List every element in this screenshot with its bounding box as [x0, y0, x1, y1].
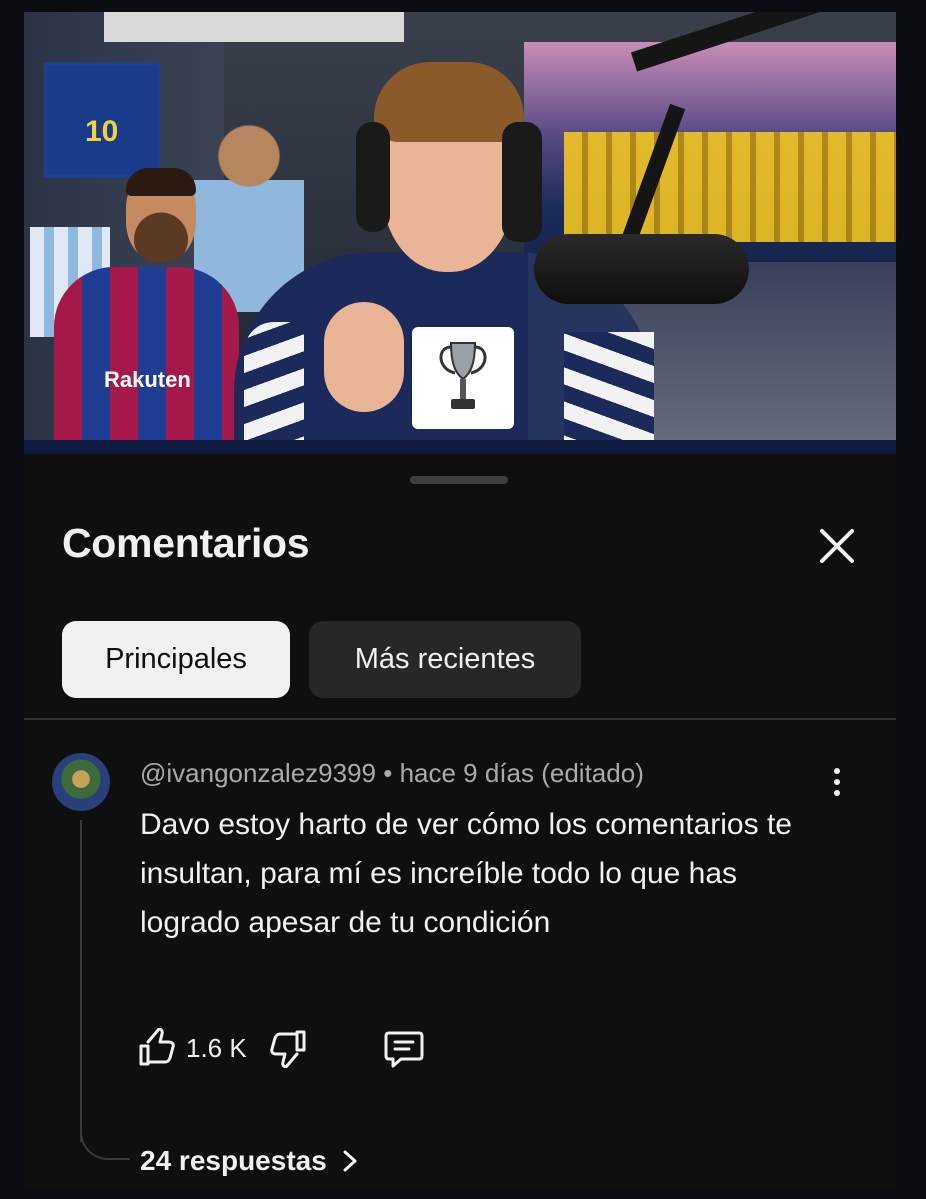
sheet-drag-handle[interactable] [410, 476, 508, 484]
replies-label: 24 respuestas [140, 1145, 327, 1176]
meta-separator: • [376, 758, 400, 788]
streamer-hair [374, 62, 524, 142]
avatar[interactable] [52, 753, 110, 811]
dislike-button[interactable] [269, 1028, 309, 1068]
more-vert-icon [822, 768, 852, 796]
jacket-stripes-right [564, 332, 654, 454]
streamer-hand [324, 302, 404, 412]
like-count: 1.6 K [186, 1032, 247, 1063]
jersey-number: 10 [85, 115, 119, 148]
video-player[interactable]: 10 Rakuten [24, 12, 896, 454]
stream-socials-bar [24, 440, 896, 454]
shirt-sponsor: Rakuten [104, 367, 191, 392]
barcelona-shirt [54, 267, 239, 454]
comment-icon [384, 1031, 424, 1068]
thread-line [80, 820, 82, 1142]
sheet-title: Comentarios [62, 520, 310, 566]
jacket-stripes-left [244, 322, 304, 454]
comment-meta: @ivangonzalez9399 • hace 9 días (editado… [140, 758, 644, 789]
thread-connector [80, 1122, 130, 1160]
comment-actions: 1.6 K [136, 1024, 425, 1072]
microphone [534, 234, 749, 304]
comment-author[interactable]: @ivangonzalez9399 [140, 758, 376, 788]
close-icon [820, 529, 854, 563]
trophy-badge [412, 327, 514, 429]
studio-ceiling [104, 12, 404, 42]
divider [24, 718, 896, 720]
filter-chip-mas-recientes[interactable]: Más recientes [309, 621, 581, 698]
thumbs-down-icon [269, 1030, 306, 1068]
headphones-left [356, 122, 390, 232]
comment-time: hace 9 días (editado) [399, 758, 644, 788]
chevron-right-icon [343, 1150, 357, 1172]
headphones-right [502, 122, 542, 242]
jersey-poster: 10 [44, 62, 160, 178]
trophy-icon [439, 342, 487, 409]
player-cutout: Rakuten [34, 168, 239, 454]
player-hair [126, 168, 196, 196]
filter-chip-principales[interactable]: Principales [62, 621, 290, 698]
like-button[interactable]: 1.6 K [136, 1028, 247, 1068]
view-replies-button[interactable]: 24 respuestas [140, 1145, 363, 1177]
comment-text: Davo estoy harto de ver cómo los comenta… [140, 808, 792, 939]
more-options-button[interactable] [822, 764, 852, 804]
reply-button[interactable] [383, 1027, 425, 1069]
comments-screen: 10 Rakuten Comentarios Principales Más r… [24, 12, 896, 1188]
close-button[interactable] [814, 523, 860, 569]
thumbs-up-icon [139, 1028, 175, 1066]
